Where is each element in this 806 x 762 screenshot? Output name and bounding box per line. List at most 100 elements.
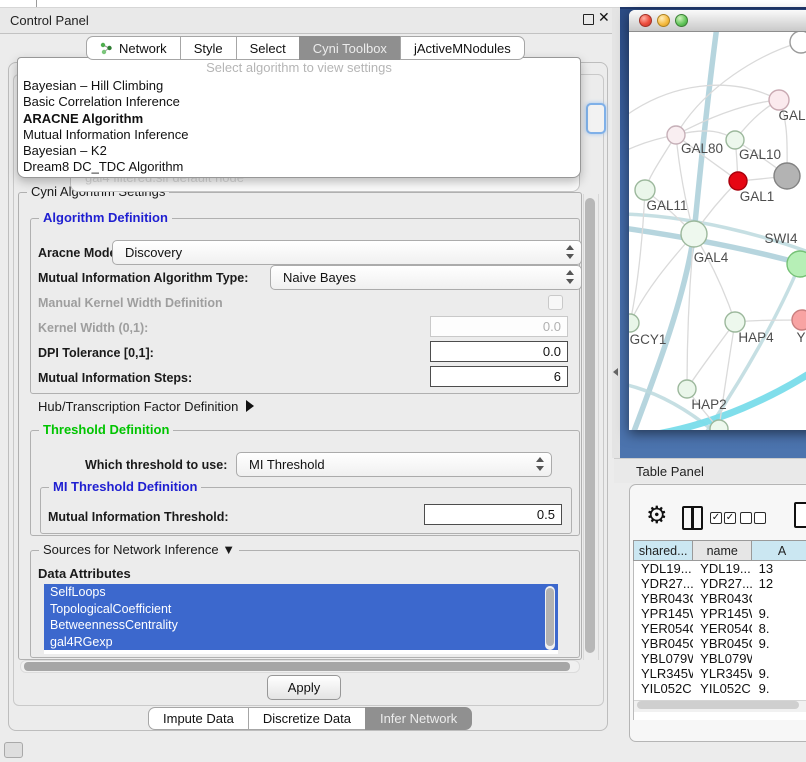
sources-legend-label: Sources for Network Inference [43,542,219,557]
kernel-width-field[interactable] [430,316,568,337]
algorithm-option-bayesian-k2[interactable]: Bayesian – K2 [18,143,580,159]
algorithm-option-mutual-information-inference[interactable]: Mutual Information Inference [18,127,580,143]
mi-threshold-field[interactable] [424,504,562,525]
column-header-name[interactable]: name [692,540,751,561]
algorithm-option-bayesian-hill-climbing[interactable]: Bayesian – Hill Climbing [18,78,580,94]
node-label-hap2: HAP2 [691,397,726,412]
tab-network[interactable]: Network [86,36,180,60]
network-node[interactable] [774,163,800,189]
network-icon [100,42,113,55]
table-row[interactable]: YDR27...YDR27...12 [634,576,806,591]
hide-columns-icon[interactable] [754,512,766,524]
tab-discretize-data[interactable]: Discretize Data [248,707,365,730]
panel-grip-icon[interactable] [4,742,23,758]
columns-icon[interactable] [682,506,703,530]
table-cell: YDR27... [693,576,751,591]
attribute-item-betweennesscentrality[interactable]: BetweennessCentrality [44,617,558,634]
table-cell: YPR145W [634,606,693,621]
which-threshold-combobox[interactable]: MI Threshold [236,452,552,477]
table-header-row: shared...nameA [633,540,806,561]
node-label-gcy1: GCY1 [630,332,667,347]
tab-jactivemnodules[interactable]: jActiveMNodules [400,36,525,60]
cyni-bottom-tabbar: Impute DataDiscretize DataInfer Network [148,707,472,730]
attribute-item-selfloops[interactable]: SelfLoops [44,584,558,601]
attribute-list-scroll-thumb[interactable] [546,588,554,646]
tab-style[interactable]: Style [180,36,236,60]
gear-icon[interactable]: ⚙ [646,502,668,530]
tab-label: jActiveMNodules [414,41,511,56]
table-row[interactable]: YLR345WYLR345W9. [634,666,806,681]
column-header-a[interactable]: A [751,540,806,561]
algorithm-combobox-focus-fragment[interactable] [586,103,606,134]
column-header-shared[interactable]: shared... [633,540,692,561]
mi-algorithm-type-label: Mutual Information Algorithm Type: [38,271,248,285]
aracne-mode-combobox[interactable]: Discovery [112,240,582,265]
hub-definition-label: Hub/Transcription Factor Definition [38,399,238,414]
splitter-collapse-icon[interactable] [613,368,618,376]
table-row[interactable]: YER054CYER054C8. [634,621,806,636]
network-view-window: GALGAL80GAL10GAL1GAL11GAL4SWI4HAP4GCY1YH… [629,10,806,430]
close-icon[interactable]: ✕ [598,9,610,26]
table-row[interactable]: YBR043CYBR043C [634,591,806,606]
network-node-gal1[interactable] [729,172,747,190]
tab-impute-data[interactable]: Impute Data [148,707,248,730]
network-edge[interactable] [657,364,806,430]
hide-columns-icon[interactable] [740,512,752,524]
mi-algorithm-type-value: Naive Bayes [283,270,356,285]
network-node-gal[interactable] [769,90,789,110]
settings-horizontal-scroll-thumb[interactable] [24,662,570,671]
manual-kernel-width-checkbox[interactable] [548,295,563,310]
network-node-hap4[interactable] [725,312,745,332]
network-edge[interactable] [676,100,779,135]
tab-select[interactable]: Select [236,36,299,60]
network-node-gcy1[interactable] [629,314,639,332]
hub-definition-expander[interactable]: Hub/Transcription Factor Definition [38,399,254,414]
export-table-icon[interactable] [794,502,806,528]
network-edge[interactable] [687,322,735,389]
table-horizontal-scroll-thumb[interactable] [637,701,799,709]
network-edge[interactable] [630,190,645,323]
apply-button[interactable]: Apply [267,675,341,700]
sources-legend[interactable]: Sources for Network Inference ▼ [39,542,239,557]
show-checked-columns-icon[interactable]: ✓ [710,512,722,524]
algorithm-option-aracne-algorithm[interactable]: ARACNE Algorithm [18,111,580,127]
show-checked-columns-icon[interactable]: ✓ [724,512,736,524]
mi-algorithm-type-combobox[interactable]: Naive Bayes [270,265,582,290]
network-node-swi4[interactable] [787,251,806,277]
mi-steps-field[interactable] [430,366,568,387]
expand-arrow-icon[interactable] [246,400,254,412]
data-attributes-label: Data Attributes [38,566,131,581]
algorithm-option-basic-correlation-inference[interactable]: Basic Correlation Inference [18,94,580,110]
network-node-gal4[interactable] [681,221,707,247]
table-row[interactable]: YDL19...YDL19...13 [634,561,806,576]
network-edge[interactable] [694,32,717,234]
node-label-gal: GAL [778,108,806,123]
table-cell: YPR145W [693,606,751,621]
network-node[interactable] [790,32,806,53]
network-node-y[interactable] [792,310,806,330]
network-canvas[interactable]: GALGAL80GAL10GAL1GAL11GAL4SWI4HAP4GCY1YH… [629,32,806,430]
algorithm-option-dream8-dc-tdc-algorithm[interactable]: Dream8 DC_TDC Algorithm [18,159,580,175]
table-row[interactable]: YBR045CYBR045C9. [634,636,806,651]
table-row[interactable]: YPR145WYPR145W9. [634,606,806,621]
collapse-arrow-icon[interactable]: ▼ [222,542,235,557]
table-panel-title: Table Panel [636,464,704,479]
table-row[interactable]: YIL052CYIL052C9. [634,681,806,696]
dpi-tolerance-field[interactable] [430,341,568,362]
settings-vertical-scroll-thumb[interactable] [585,198,595,653]
network-window-titlebar[interactable] [629,10,806,32]
network-node-hap2[interactable] [678,380,696,398]
tab-cyni-toolbox[interactable]: Cyni Toolbox [299,36,400,60]
table-row[interactable]: YBL079WYBL079W [634,651,806,666]
tab-infer-network[interactable]: Infer Network [365,707,472,730]
float-window-icon[interactable] [583,14,594,25]
minimize-traffic-light[interactable] [657,14,670,27]
attribute-item-gal4rgexp[interactable]: gal4RGexp [44,634,558,651]
close-traffic-light[interactable] [639,14,652,27]
zoom-traffic-light[interactable] [675,14,688,27]
manual-kernel-width-label: Manual Kernel Width Definition [38,296,223,310]
table-cell: YBR043C [634,591,693,606]
panel-splitter[interactable] [612,8,620,458]
attribute-item-topologicalcoefficient[interactable]: TopologicalCoefficient [44,601,558,618]
network-node-gal11[interactable] [635,180,655,200]
